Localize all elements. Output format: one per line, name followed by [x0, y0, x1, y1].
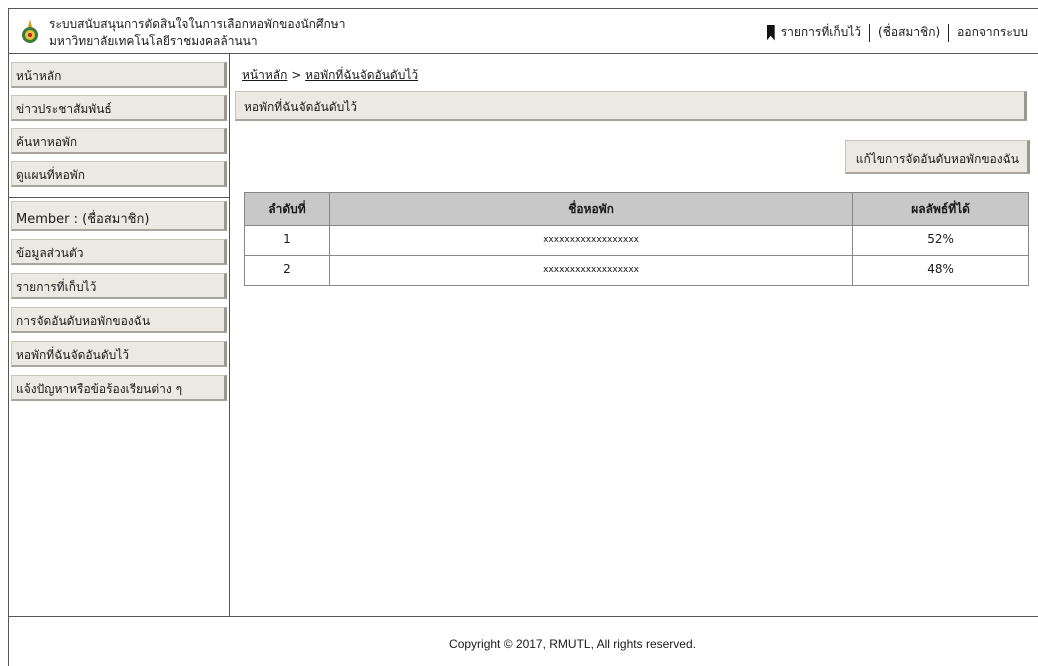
top-nav: รายการที่เก็บไว้ (ชื่อสมาชิก) ออกจากระบบ [766, 23, 1028, 42]
sidebar-item-search[interactable]: ค้นหาหอพัก [11, 128, 227, 154]
footer-divider [9, 616, 1038, 617]
saved-items-link[interactable]: รายการที่เก็บไว้ [781, 23, 861, 42]
ranking-table: ลำดับที่ ชื่อหอพัก ผลลัพธ์ที่ได้ 1 xxxxx… [244, 192, 1029, 286]
sidebar: หน้าหลัก ข่าวประชาสัมพันธ์ ค้นหาหอพัก ดู… [9, 54, 230, 616]
sidebar-item-saved[interactable]: รายการที่เก็บไว้ [11, 273, 227, 299]
rank-cell: 1 [244, 225, 330, 256]
university-name: มหาวิทยาลัยเทคโนโลยีราชมงคลล้านนา [49, 34, 258, 48]
rank-cell: 2 [244, 255, 330, 286]
column-header-dorm-name: ชื่อหอพัก [328, 192, 854, 226]
result-cell: 52% [852, 225, 1029, 256]
column-header-rank: ลำดับที่ [244, 192, 330, 226]
table-row: 2 xxxxxxxxxxxxxxxxxx 48% [244, 255, 1029, 286]
result-cell: 48% [852, 255, 1029, 286]
divider [869, 23, 871, 42]
breadcrumb-current-link[interactable]: หอพักที่ฉันจัดอันดับไว้ [305, 68, 418, 82]
dorm-name-cell: xxxxxxxxxxxxxxxxxx [328, 225, 854, 256]
header: ระบบสนับสนุนการตัดสินใจในการเลือกหอพักขอ… [9, 9, 1038, 54]
university-logo-icon [22, 19, 38, 43]
edit-ranking-button[interactable]: แก้ไขการจัดอันดับหอพักของฉัน [844, 140, 1030, 174]
footer-copyright: Copyright © 2017, RMUTL, All rights rese… [449, 637, 696, 651]
member-label: Member : (ชื่อสมาชิก) [11, 201, 227, 231]
breadcrumb: หน้าหลัก > หอพักที่ฉันจัดอันดับไว้ [242, 66, 418, 85]
divider [9, 197, 229, 198]
member-name-link[interactable]: (ชื่อสมาชิก) [878, 23, 940, 42]
logout-link[interactable]: ออกจากระบบ [957, 23, 1028, 42]
breadcrumb-home-link[interactable]: หน้าหลัก [242, 68, 287, 82]
sidebar-item-report-issue[interactable]: แจ้งปัญหาหรือข้อร้องเรียนต่าง ๆ [11, 375, 227, 401]
main-content: หน้าหลัก > หอพักที่ฉันจัดอันดับไว้ หอพัก… [230, 54, 1038, 616]
sidebar-item-map[interactable]: ดูแผนที่หอพัก [11, 161, 227, 187]
dorm-name-cell: xxxxxxxxxxxxxxxxxx [328, 255, 854, 286]
sidebar-item-my-ranking[interactable]: การจัดอันดับหอพักของฉัน [11, 307, 227, 333]
table-row: 1 xxxxxxxxxxxxxxxxxx 52% [244, 225, 1029, 256]
sidebar-item-profile[interactable]: ข้อมูลส่วนตัว [11, 239, 227, 265]
sidebar-item-home[interactable]: หน้าหลัก [11, 62, 227, 88]
divider [948, 23, 950, 42]
sidebar-item-ranked-dorms[interactable]: หอพักที่ฉันจัดอันดับไว้ [11, 341, 227, 367]
column-header-result: ผลลัพธ์ที่ได้ [852, 192, 1029, 226]
bookmark-icon [766, 24, 775, 41]
breadcrumb-separator: > [291, 68, 302, 82]
page-title: หอพักที่ฉันจัดอันดับไว้ [235, 91, 1027, 121]
table-header-row: ลำดับที่ ชื่อหอพัก ผลลัพธ์ที่ได้ [244, 192, 1029, 226]
sidebar-item-news[interactable]: ข่าวประชาสัมพันธ์ [11, 95, 227, 121]
